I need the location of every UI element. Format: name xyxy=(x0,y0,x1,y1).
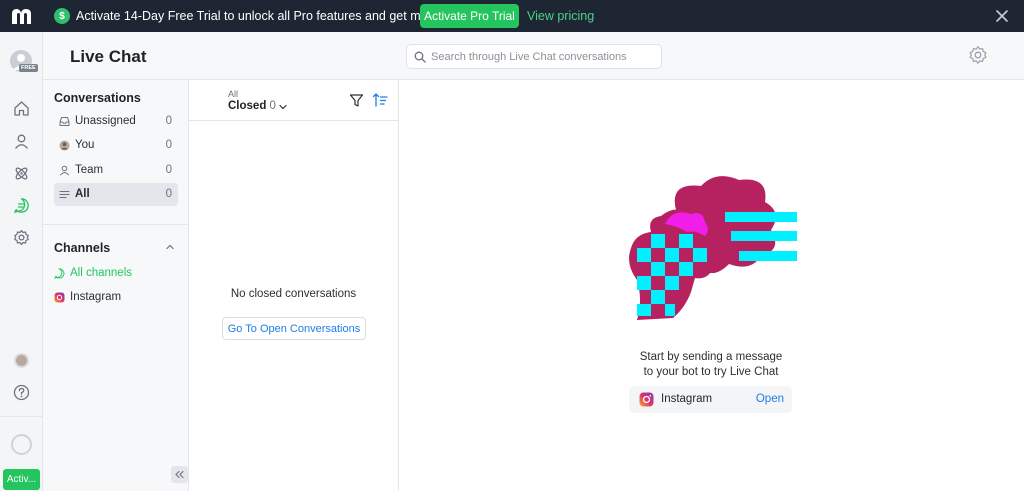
user-icon[interactable] xyxy=(13,133,30,150)
hint-line-2: to your bot to try Live Chat xyxy=(643,366,779,378)
user-avatar[interactable] xyxy=(14,353,29,368)
instagram-icon xyxy=(639,392,654,407)
open-instagram-link[interactable]: Open xyxy=(756,393,784,405)
avatar-icon xyxy=(59,140,70,151)
live-chat-illustration xyxy=(629,176,797,320)
activate-button[interactable]: Activ... xyxy=(3,469,40,490)
progress-ring xyxy=(11,434,32,455)
search-box[interactable] xyxy=(406,44,662,69)
conversations-sidebar: Conversations Unassigned 0 You 0 Team 0 … xyxy=(43,80,189,491)
banner-message: Activate 14-Day Free Trial to unlock all… xyxy=(76,9,473,23)
chat-bubbles-icon xyxy=(54,267,65,279)
channel-all[interactable]: All channels xyxy=(54,267,132,279)
sidebar-item-count: 0 xyxy=(165,115,172,127)
page-title: Live Chat xyxy=(70,47,147,66)
trial-banner: $ Activate 14-Day Free Trial to unlock a… xyxy=(0,0,1024,32)
sort-icon[interactable] xyxy=(372,92,388,108)
chevron-down-icon[interactable] xyxy=(278,102,288,112)
list-icon xyxy=(59,190,70,199)
chevron-up-icon[interactable] xyxy=(165,242,175,252)
instagram-channel-card: Instagram Open xyxy=(629,386,792,413)
atom-icon[interactable] xyxy=(13,165,30,182)
home-icon[interactable] xyxy=(13,100,30,117)
double-chevron-left-icon xyxy=(175,470,184,479)
status-filter-count: 0 xyxy=(269,100,276,112)
sidebar-item-count: 0 xyxy=(165,139,172,151)
dollar-icon: $ xyxy=(54,8,70,24)
sidebar-item-label: Team xyxy=(75,164,104,176)
search-input[interactable] xyxy=(431,48,657,65)
manychat-logo[interactable] xyxy=(11,8,33,25)
inbox-icon xyxy=(59,117,70,126)
filter-icon[interactable] xyxy=(349,93,364,108)
search-icon xyxy=(414,51,426,63)
hint-line-1: Start by sending a message xyxy=(639,351,783,363)
sidebar-item-label: All xyxy=(75,188,90,200)
page-header: Live Chat xyxy=(43,32,1024,80)
list-header: All Closed 0 xyxy=(189,80,398,121)
sidebar-item-count: 0 xyxy=(165,164,172,176)
free-badge: FREE xyxy=(19,64,38,72)
chat-panel: Start by sending a message to your bot t… xyxy=(399,80,1024,491)
status-filter-label: Closed xyxy=(228,100,267,112)
channel-instagram[interactable]: Instagram xyxy=(54,291,121,303)
close-icon[interactable] xyxy=(995,9,1009,23)
sidebar-item-label: Unassigned xyxy=(75,115,136,127)
empty-chat-hint: Start by sending a message to your bot t… xyxy=(611,350,811,380)
team-icon xyxy=(59,165,70,176)
activate-pro-trial-button[interactable]: Activate Pro Trial xyxy=(420,4,519,28)
channel-label: Instagram xyxy=(661,393,713,405)
channel-label: All channels xyxy=(70,267,133,279)
instagram-icon xyxy=(54,292,65,302)
channel-label: Instagram xyxy=(70,291,122,303)
status-filter[interactable]: Closed 0 xyxy=(228,100,276,112)
sidebar-item-you[interactable]: You 0 xyxy=(54,134,178,157)
sidebar-item-count: 0 xyxy=(165,188,172,200)
conversations-heading: Conversations xyxy=(54,91,141,105)
sidebar-divider xyxy=(43,224,189,225)
help-icon[interactable] xyxy=(13,384,30,401)
gear-icon[interactable] xyxy=(968,45,988,65)
icon-rail: FREE Activ... xyxy=(0,32,43,491)
go-to-open-conversations-button[interactable]: Go To Open Conversations xyxy=(222,317,366,340)
sidebar-item-label: You xyxy=(75,139,95,151)
sidebar-item-unassigned[interactable]: Unassigned 0 xyxy=(54,110,178,133)
empty-state-message: No closed conversations xyxy=(230,288,357,300)
settings-icon[interactable] xyxy=(13,229,30,246)
chat-icon[interactable] xyxy=(13,197,30,214)
collapse-sidebar-button[interactable] xyxy=(171,466,188,483)
filter-group-label: All xyxy=(228,89,239,99)
view-pricing-link[interactable]: View pricing xyxy=(527,9,594,23)
rail-divider xyxy=(0,416,43,417)
conversation-list: All Closed 0 No closed conversations Go … xyxy=(189,80,399,491)
sidebar-item-team[interactable]: Team 0 xyxy=(54,159,178,182)
sidebar-item-all[interactable]: All 0 xyxy=(54,183,178,206)
channels-heading: Channels xyxy=(54,241,111,255)
